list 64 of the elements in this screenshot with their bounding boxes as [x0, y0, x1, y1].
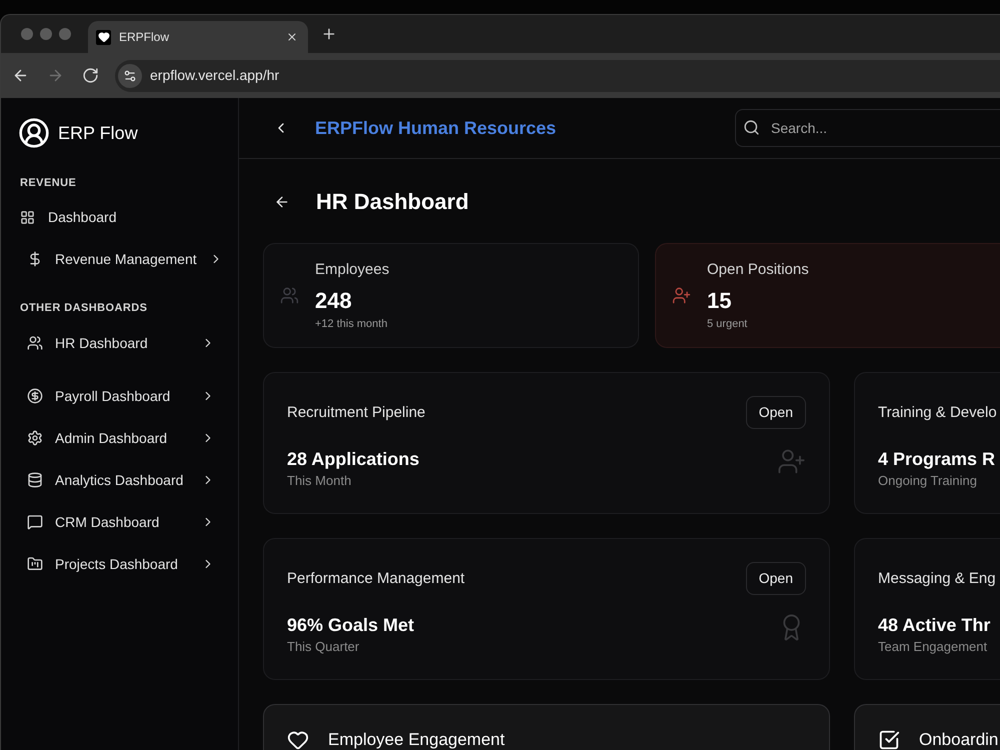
gear-icon: [27, 430, 43, 446]
search-field[interactable]: Search...: [735, 109, 1000, 147]
card-title: Messaging & Eng: [878, 568, 996, 588]
heart-favicon-icon: [96, 30, 111, 44]
stat-label: Open Positions: [707, 260, 809, 280]
sidebar-item[interactable]: Dashboard: [13, 196, 213, 238]
tab-title: ERPFlow: [119, 29, 170, 46]
sidebar-item[interactable]: HR Dashboard: [13, 322, 215, 364]
search-icon: [743, 119, 760, 136]
user-plus-icon: [672, 286, 691, 305]
window-control-icon[interactable]: [59, 28, 71, 40]
browser-tab[interactable]: ERPFlow: [88, 21, 308, 53]
folder-icon: [27, 556, 43, 572]
address-field[interactable]: erpflow.vercel.app/hr: [115, 60, 1000, 92]
stat-note: 5 urgent: [707, 317, 748, 331]
user-plus-icon: [777, 447, 806, 476]
stat-label: Employees: [315, 260, 390, 280]
metric-value: 48 Active Thr: [878, 614, 990, 637]
sidebar-item[interactable]: Projects Dashboard: [13, 543, 215, 585]
sidebar-item[interactable]: Admin Dashboard: [13, 417, 215, 459]
section-heading: REVENUE: [20, 176, 76, 191]
users-icon: [280, 286, 299, 305]
open-button[interactable]: Open: [746, 562, 806, 595]
metric-value: 96% Goals Met: [287, 614, 414, 637]
metric-caption: This Quarter: [287, 638, 360, 656]
plus-icon: [321, 26, 337, 42]
brand-name: ERP Flow: [58, 122, 138, 144]
sidebar-item[interactable]: Analytics Dashboard: [13, 459, 215, 501]
heart-icon: [287, 729, 309, 750]
sidebar-item[interactable]: Revenue Management: [13, 238, 215, 280]
section-title: Employee Engagement: [328, 729, 505, 750]
back-button[interactable]: [274, 194, 290, 210]
sliders-icon[interactable]: [118, 64, 142, 88]
reload-icon: [82, 67, 98, 84]
grid-icon: [20, 210, 35, 224]
window-control-icon[interactable]: [40, 28, 52, 40]
card-title: Performance Management: [287, 568, 465, 588]
page-title: HR Dashboard: [316, 188, 469, 216]
window-control-icon[interactable]: [21, 28, 33, 40]
stat-value: 248: [315, 287, 353, 315]
sidebar-item[interactable]: Payroll Dashboard: [13, 375, 215, 417]
user-circle-icon: [18, 117, 50, 149]
metric-caption: Team Engagement: [878, 638, 988, 656]
app-title: ERPFlow Human Resources: [315, 116, 556, 140]
checkbox-icon: [878, 729, 900, 750]
metric-caption: This Month: [287, 472, 352, 490]
metric-value: 28 Applications: [287, 448, 420, 471]
metric-value: 4 Programs R: [878, 448, 996, 471]
card-title: Recruitment Pipeline: [287, 402, 426, 422]
close-icon: [286, 31, 298, 43]
open-button[interactable]: Open: [746, 396, 806, 429]
arrow-left-icon: [274, 194, 290, 210]
dollar-coin-icon: [27, 388, 43, 404]
card-title: Training & Develo: [878, 402, 997, 422]
stat-value: 15: [707, 287, 732, 315]
stat-note: +12 this month: [315, 317, 388, 331]
metric-caption: Ongoing Training: [878, 472, 978, 490]
database-icon: [27, 472, 43, 488]
sidebar-item[interactable]: CRM Dashboard: [13, 501, 215, 543]
section-heading: OTHER DASHBOARDS: [20, 301, 148, 316]
chat-bubble-icon: [27, 514, 43, 530]
address-text: erpflow.vercel.app/hr: [150, 66, 280, 85]
users-icon: [27, 335, 43, 351]
section-title: Onboardin: [919, 729, 998, 750]
